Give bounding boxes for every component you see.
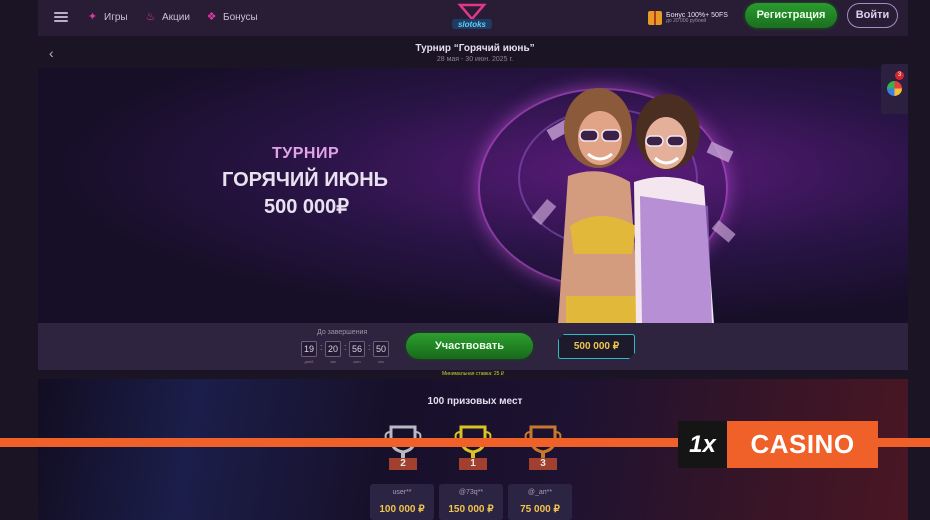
- winner-prize: 100 000 ₽: [379, 504, 425, 515]
- place-number-1: 1: [470, 458, 476, 469]
- nav-item-games[interactable]: ✦ Игры: [86, 9, 128, 25]
- countdown-hours-unit: час: [329, 359, 337, 364]
- winner-name: @_ап**: [527, 489, 553, 496]
- fire-icon: ♨: [145, 10, 156, 23]
- place-number-3: 3: [540, 458, 546, 469]
- watermark-logo-mark: 1x: [678, 421, 727, 468]
- svg-text:slotoks: slotoks: [458, 20, 487, 29]
- place-number-2: 2: [400, 458, 406, 469]
- nav-item-promotions[interactable]: ♨ Акции: [144, 9, 190, 25]
- nav-item-label: Бонусы: [223, 11, 258, 23]
- tournament-dates: 28 мая - 30 июн. 2025 г.: [436, 56, 514, 63]
- nav-item-bonuses[interactable]: ❖ Бонусы: [205, 9, 258, 25]
- page-title: Турнир “Горячий июнь”: [415, 43, 535, 54]
- side-game-widget[interactable]: 3: [881, 64, 908, 114]
- countdown-separator: :: [368, 342, 371, 352]
- notification-badge: 3: [895, 71, 904, 80]
- prize-pool-badge: 500 000 ₽: [558, 334, 635, 359]
- menu-icon[interactable]: [54, 12, 68, 22]
- watermark-text: CASINO: [727, 421, 878, 468]
- min-bet-text: Минимальная ставка: 25 ₽: [441, 371, 505, 377]
- watermark-logo: 1x CASINO: [678, 421, 878, 468]
- games-icon: ✦: [87, 10, 98, 23]
- back-chevron-icon[interactable]: ‹: [49, 45, 61, 61]
- countdown-seconds-unit: сек: [378, 359, 384, 364]
- banner-photo-two-women: [508, 86, 738, 324]
- countdown-days: 19: [301, 341, 317, 357]
- bonus-subtitle: до 20 000 рублей: [666, 18, 707, 25]
- register-button[interactable]: Регистрация: [745, 3, 837, 28]
- banner-prize: 500 000₽: [264, 196, 350, 218]
- gift-box-icon: [648, 11, 662, 25]
- countdown-separator: :: [320, 342, 323, 352]
- winner-name: user**: [392, 489, 412, 496]
- login-button[interactable]: Войти: [847, 3, 898, 28]
- gift-icon: ❖: [206, 10, 217, 23]
- countdown-seconds: 50: [373, 341, 389, 357]
- site-logo[interactable]: slotoks: [448, 2, 496, 32]
- join-tournament-button[interactable]: Участвовать: [406, 333, 533, 359]
- banner-title: ГОРЯЧИЙ ИЮНЬ: [222, 169, 389, 191]
- winner-prize: 150 000 ₽: [448, 504, 494, 515]
- top-header: ✦ Игры ♨ Акции ❖ Бонусы slotoks Бонус 10…: [38, 0, 908, 36]
- countdown-separator: :: [344, 342, 347, 352]
- countdown-minutes-unit: мин: [353, 359, 361, 364]
- prizes-heading: 100 призовых мест: [427, 396, 523, 407]
- banner-label: ТУРНИР: [272, 145, 340, 162]
- nav-item-label: Акции: [162, 11, 190, 23]
- countdown-minutes: 56: [349, 341, 365, 357]
- winner-prize: 75 000 ₽: [520, 504, 560, 515]
- nav-item-label: Игры: [104, 11, 128, 23]
- wheel-icon: [887, 81, 902, 96]
- countdown-label: До завершения: [317, 329, 368, 336]
- winner-name: @73q**: [458, 489, 484, 496]
- welcome-bonus[interactable]: Бонус 100%+ 50FS до 20 000 рублей: [648, 7, 748, 29]
- tournament-banner: ТУРНИР ГОРЯЧИЙ ИЮНЬ 500 000₽: [38, 68, 908, 324]
- countdown-days-unit: дней: [304, 359, 314, 364]
- countdown-hours: 20: [325, 341, 341, 357]
